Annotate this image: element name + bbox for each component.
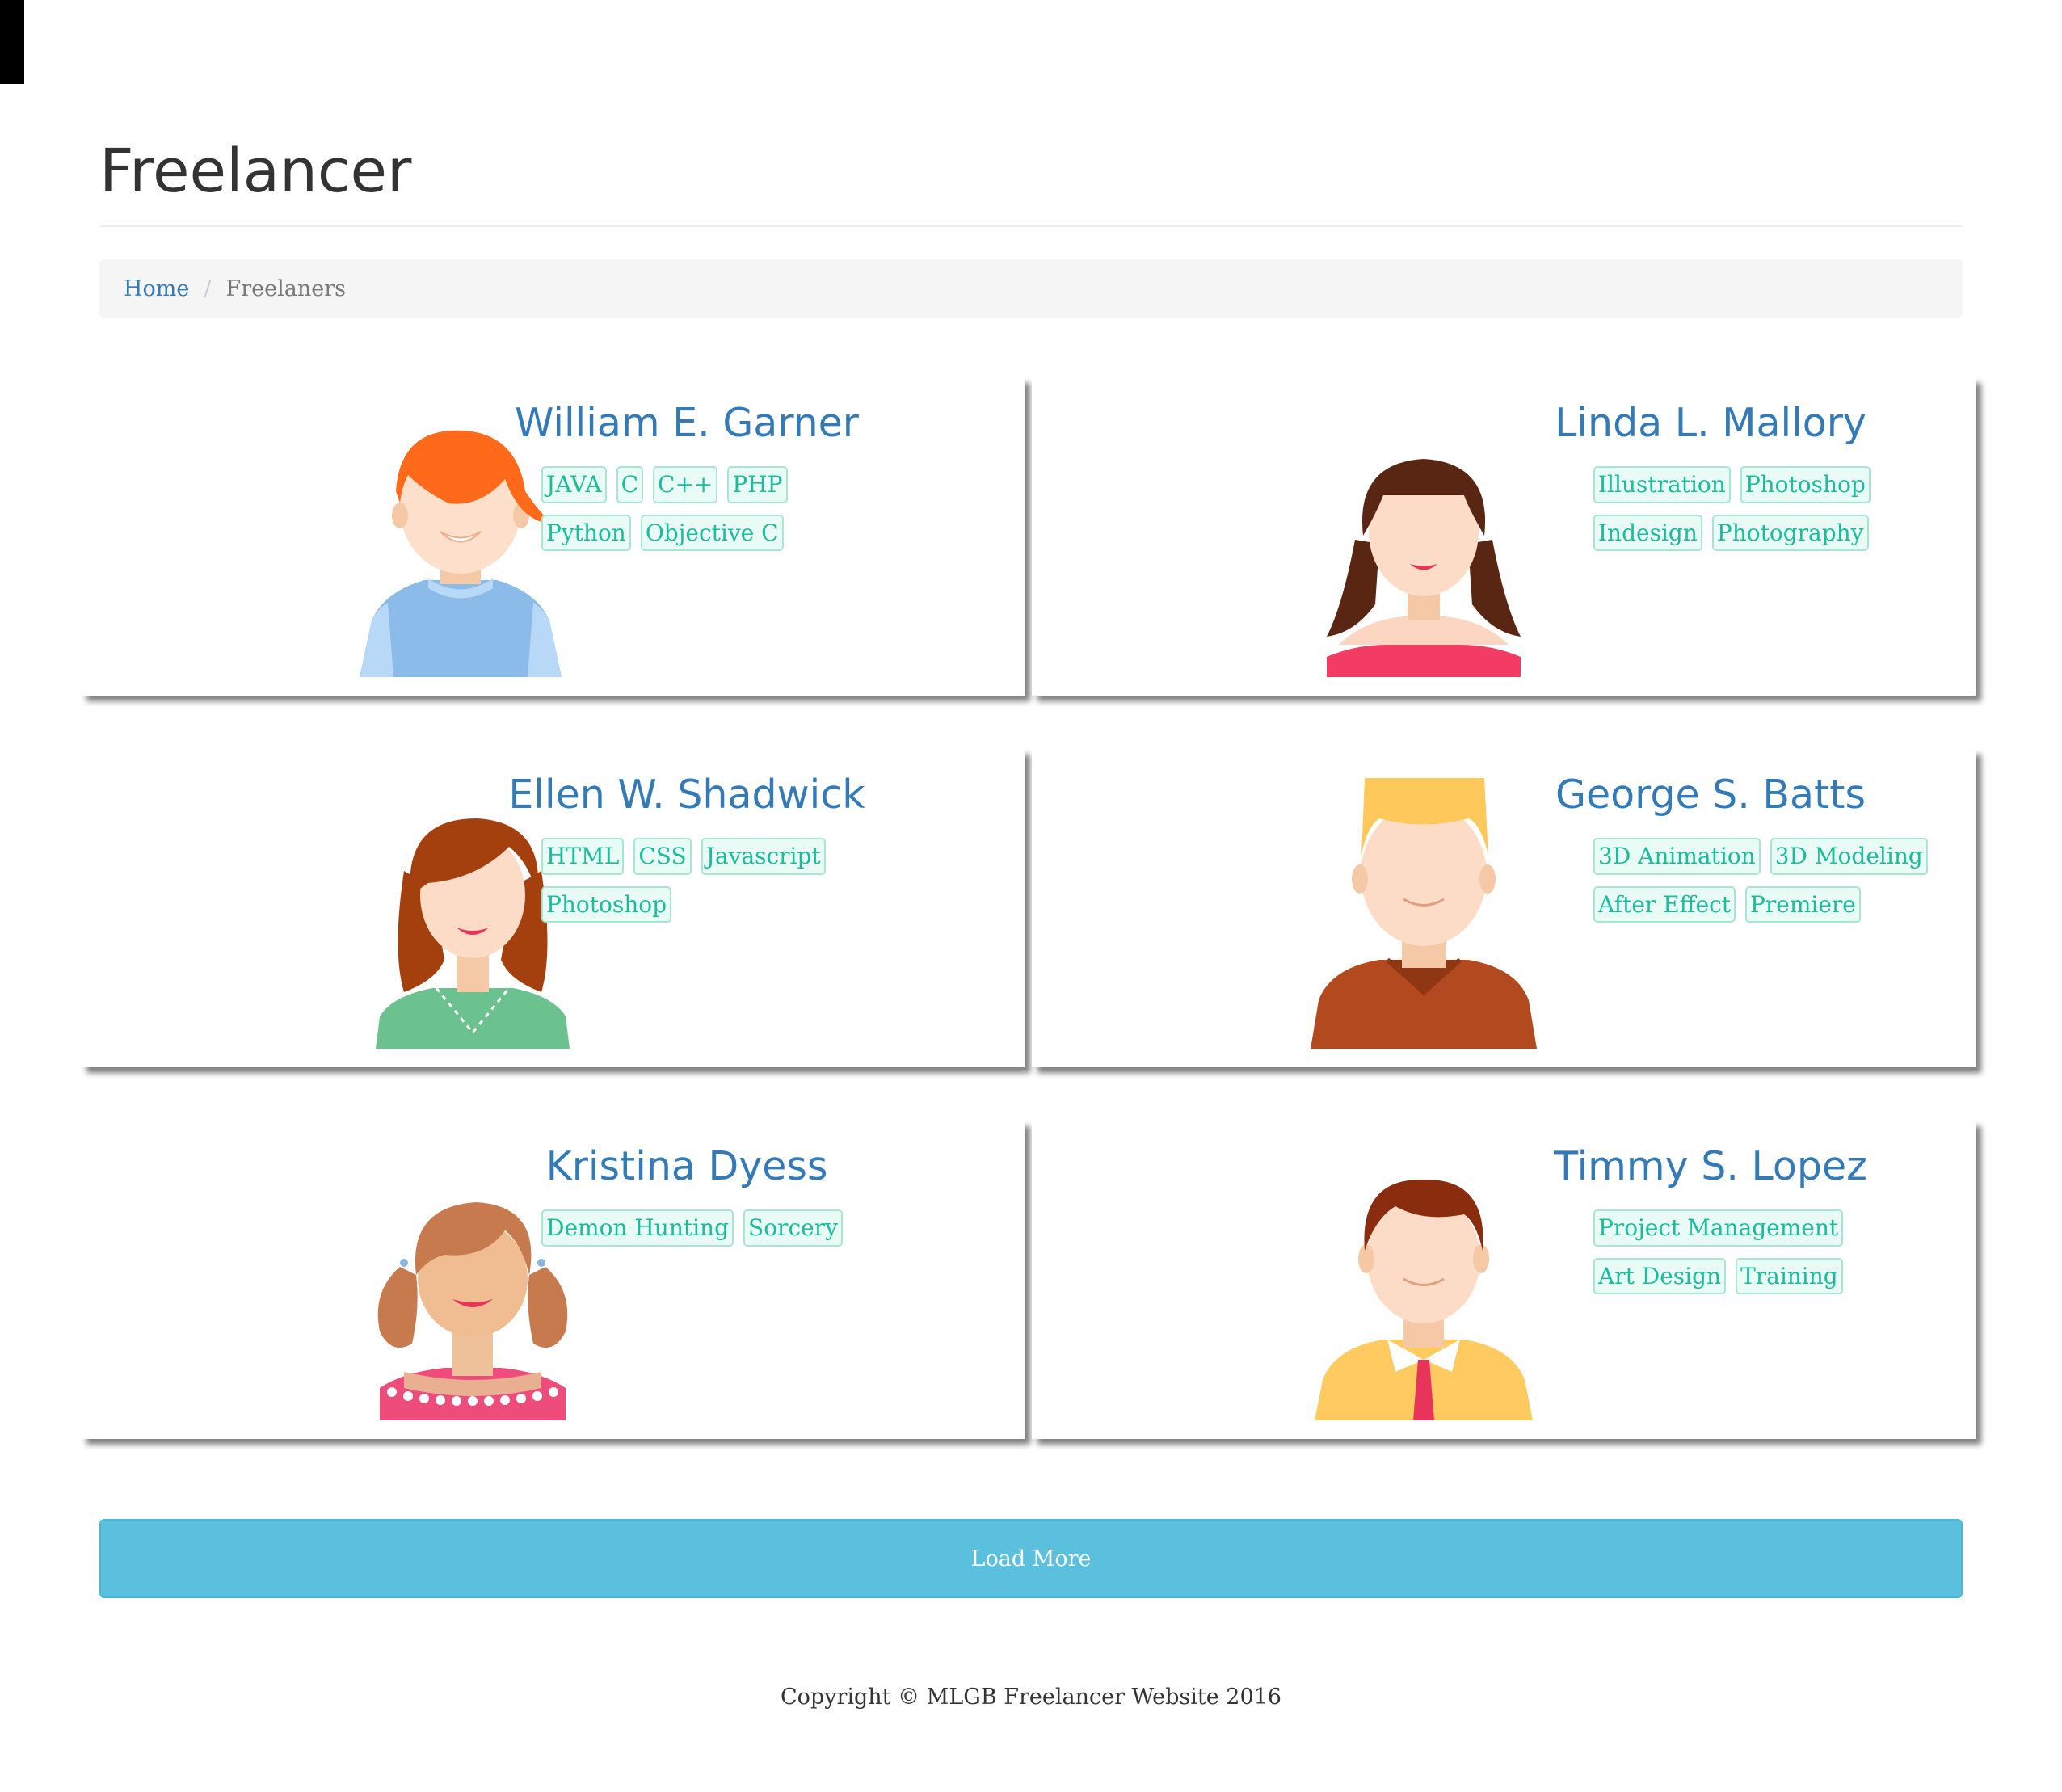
skill-tag[interactable]: Photoshop (1740, 466, 1871, 503)
skill-tags: JAVA C C++ PHP Python Objective C (541, 466, 881, 552)
freelancer-name[interactable]: Timmy S. Lopez (1541, 1143, 1880, 1191)
skill-tag[interactable]: Photography (1711, 514, 1869, 552)
skill-tag[interactable]: PHP (727, 466, 788, 503)
skill-tag[interactable]: Project Management (1593, 1209, 1844, 1247)
skill-tag[interactable]: Art Design (1593, 1257, 1727, 1295)
woman-dark-hair-avatar (1307, 402, 1541, 677)
freelancer-name[interactable]: Linda L. Mallory (1541, 400, 1880, 448)
skill-tags: Demon Hunting Sorcery (541, 1209, 881, 1247)
breadcrumb: Home / Freelaners (99, 259, 1963, 318)
breadcrumb-separator: / (204, 276, 212, 301)
freelancer-card[interactable]: Ellen W. Shadwick HTML CSS Javascript Ph… (81, 749, 1025, 1067)
skill-tag[interactable]: C (616, 466, 644, 503)
freelancer-name[interactable]: Ellen W. Shadwick (493, 772, 881, 819)
freelancer-card[interactable]: Kristina Dyess Demon Hunting Sorcery (81, 1121, 1025, 1439)
skill-tag[interactable]: Sorcery (743, 1209, 843, 1247)
skill-tag[interactable]: HTML (541, 838, 625, 875)
skill-tag[interactable]: Training (1736, 1257, 1843, 1295)
title-divider (99, 225, 1963, 227)
corner-mark (0, 0, 24, 84)
skill-tag[interactable]: Demon Hunting (541, 1209, 734, 1247)
breadcrumb-home-link[interactable]: Home (124, 276, 189, 301)
freelancer-card[interactable]: William E. Garner JAVA C C++ PHP Python … (81, 377, 1025, 696)
skill-tag[interactable]: Python (541, 514, 631, 552)
page-title: Freelancer (99, 137, 412, 206)
freelancer-name[interactable]: William E. Garner (501, 400, 873, 448)
skill-tags: 3D Animation 3D Modeling After Effect Pr… (1593, 838, 1933, 923)
skill-tag[interactable]: C++ (653, 466, 718, 503)
man-blond-hair-avatar (1307, 774, 1541, 1049)
skill-tag[interactable]: After Effect (1593, 885, 1736, 923)
skill-tag[interactable]: 3D Modeling (1770, 838, 1928, 875)
freelancer-card[interactable]: George S. Batts 3D Animation 3D Modeling… (1032, 749, 1976, 1067)
skill-tags: Project Management Art Design Training (1593, 1209, 1884, 1295)
skill-tag[interactable]: Premiere (1745, 885, 1861, 923)
skill-tags: Illustration Photoshop Indesign Photogra… (1593, 466, 1884, 552)
skill-tag[interactable]: JAVA (541, 466, 607, 503)
freelancer-card[interactable]: Timmy S. Lopez Project Management Art De… (1032, 1121, 1976, 1439)
skill-tag[interactable]: Illustration (1593, 466, 1731, 503)
load-more-button[interactable]: Load More (99, 1519, 1963, 1598)
breadcrumb-current: Freelaners (225, 276, 346, 301)
freelancer-name[interactable]: Kristina Dyess (501, 1143, 873, 1191)
footer-copyright: Copyright © MLGB Freelancer Website 2016 (781, 1685, 1281, 1710)
freelancer-card[interactable]: Linda L. Mallory Illustration Photoshop … (1032, 377, 1976, 696)
man-tie-avatar (1307, 1146, 1541, 1420)
skill-tag[interactable]: Indesign (1593, 514, 1702, 552)
skill-tags: HTML CSS Javascript Photoshop (541, 838, 881, 923)
skill-tag[interactable]: Javascript (701, 838, 826, 875)
skill-tag[interactable]: Objective C (640, 514, 784, 552)
skill-tag[interactable]: 3D Animation (1593, 838, 1761, 875)
freelancer-name[interactable]: George S. Batts (1541, 772, 1880, 819)
skill-tag[interactable]: Photoshop (541, 885, 672, 923)
skill-tag[interactable]: CSS (633, 838, 692, 875)
